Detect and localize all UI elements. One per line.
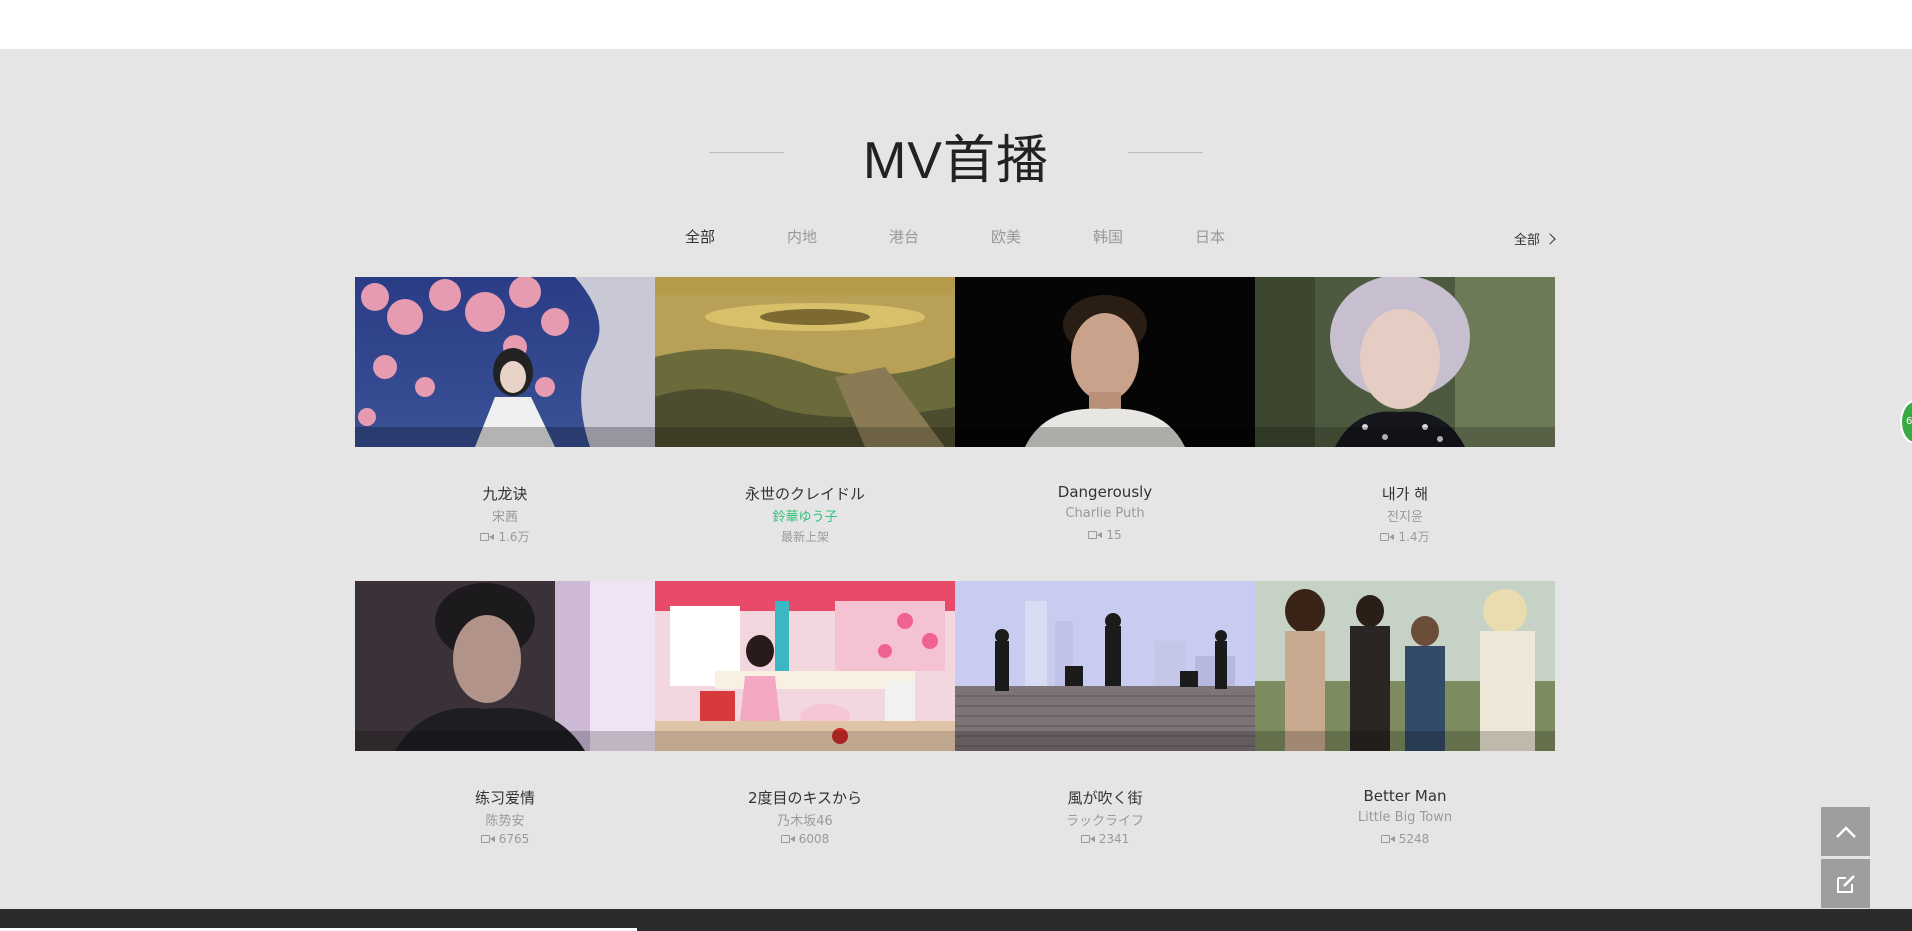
mv-thumbnail[interactable] [355, 277, 655, 447]
back-to-top-button[interactable] [1821, 807, 1870, 856]
mv-title[interactable]: 내가 해 [1255, 483, 1555, 504]
mv-title[interactable]: 练习爱情 [355, 787, 655, 808]
mv-card[interactable]: 永世のクレイドル 鈴華ゆう子 最新上架 [655, 277, 955, 547]
mv-title[interactable]: 九龙诀 [355, 483, 655, 504]
play-count-value: 1.6万 [498, 530, 530, 544]
mv-title[interactable]: Dangerously [955, 483, 1255, 501]
mv-thumbnail[interactable] [1255, 277, 1555, 447]
mv-card[interactable]: 2度目のキスから 乃木坂46 6008 [655, 581, 955, 851]
mv-play-count: 1.6万 [355, 528, 655, 545]
mv-play-count: 6765 [355, 832, 655, 846]
region-tabs: 全部 内地 港台 欧美 韩国 日本 [0, 226, 1912, 252]
chevron-right-icon [1544, 232, 1556, 245]
top-bar [0, 0, 1912, 49]
mv-artist[interactable]: 宋茜 [355, 506, 655, 525]
mv-play-count: 1.4万 [1255, 528, 1555, 545]
play-count-value: 6765 [498, 832, 530, 846]
tab-japan[interactable]: 日本 [1195, 226, 1225, 247]
video-camera-icon [1380, 532, 1395, 542]
tab-western[interactable]: 欧美 [991, 226, 1021, 247]
play-count-value: 5248 [1398, 832, 1430, 846]
video-camera-icon [480, 532, 495, 542]
mv-card[interactable]: 练习爱情 陈势安 6765 [355, 581, 655, 851]
view-all-link[interactable]: 全部 [1514, 229, 1556, 248]
section-title: MV首播 [862, 132, 1049, 190]
play-count-value: 6008 [798, 832, 830, 846]
mv-card[interactable]: 風が吹く街 ラックライフ 2341 [955, 581, 1255, 851]
mv-thumbnail[interactable] [655, 581, 955, 751]
section-header: MV首播 [0, 118, 1912, 190]
mv-card[interactable]: 내가 해 전지윤 1.4万 [1255, 277, 1555, 547]
play-count-value: 2341 [1098, 832, 1130, 846]
mv-thumbnail[interactable] [1255, 581, 1555, 751]
video-camera-icon [1088, 530, 1103, 540]
mv-artist[interactable]: 陈势安 [355, 810, 655, 829]
mv-play-count: 2341 [955, 832, 1255, 846]
video-camera-icon [1380, 834, 1395, 844]
mv-title[interactable]: 風が吹く街 [955, 787, 1255, 808]
mv-thumbnail[interactable] [355, 581, 655, 751]
view-all-label: 全部 [1514, 233, 1541, 248]
mv-card[interactable]: Better Man Little Big Town 5248 [1255, 581, 1555, 851]
video-camera-icon [780, 834, 795, 844]
video-camera-icon [480, 834, 495, 844]
title-divider-right [1128, 152, 1203, 153]
mv-artist[interactable]: ラックライフ [955, 810, 1255, 829]
feedback-button[interactable] [1821, 859, 1870, 908]
tab-korea[interactable]: 韩国 [1093, 226, 1123, 247]
tab-mainland[interactable]: 内地 [787, 226, 817, 247]
mv-artist[interactable]: 乃木坂46 [655, 810, 955, 829]
mv-play-count: 15 [955, 528, 1255, 542]
play-count-value: 最新上架 [780, 530, 829, 544]
mv-artist[interactable]: 전지윤 [1255, 506, 1555, 525]
mv-title[interactable]: Better Man [1255, 787, 1555, 805]
tab-hk-tw[interactable]: 港台 [889, 226, 919, 247]
mv-thumbnail[interactable] [955, 277, 1255, 447]
mv-artist[interactable]: Charlie Puth [955, 506, 1255, 521]
mv-card[interactable]: Dangerously Charlie Puth 15 [955, 277, 1255, 547]
edit-icon [1836, 874, 1855, 893]
play-count-value: 1.4万 [1398, 530, 1430, 544]
mv-play-count: 最新上架 [655, 528, 955, 545]
mv-thumbnail[interactable] [655, 277, 955, 447]
mv-title[interactable]: 永世のクレイドル [655, 483, 955, 504]
mv-thumbnail[interactable] [955, 581, 1255, 751]
mv-title[interactable]: 2度目のキスから [655, 787, 955, 808]
chevron-up-icon [1835, 825, 1856, 838]
tab-all[interactable]: 全部 [685, 226, 715, 247]
mv-play-count: 5248 [1255, 832, 1555, 846]
video-camera-icon [1080, 834, 1095, 844]
play-count-value: 15 [1106, 528, 1122, 542]
mv-artist[interactable]: 鈴華ゆう子 [655, 506, 955, 525]
mv-play-count: 6008 [655, 832, 955, 846]
mv-card[interactable]: 九龙诀 宋茜 1.6万 [355, 277, 655, 547]
mv-artist[interactable]: Little Big Town [1255, 810, 1555, 825]
